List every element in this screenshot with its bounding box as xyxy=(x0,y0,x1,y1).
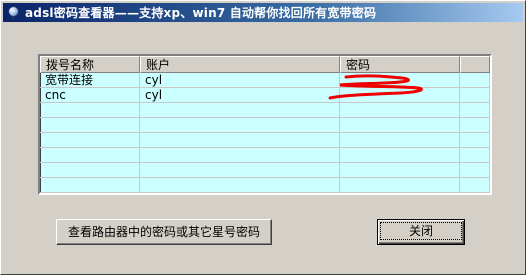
close-button-label: 关闭 xyxy=(380,222,462,240)
connection-list[interactable]: 拨号名称 账户 密码 宽带连接 cyl cnc cyl xyxy=(38,54,492,195)
reveal-router-password-button[interactable]: 查看路由器中的密码或其它星号密码 xyxy=(56,219,272,245)
window-title: adsl密码查看器——支持xp、win7 自动帮你找回所有宽带密码 xyxy=(25,6,377,20)
list-item[interactable]: cnc cyl xyxy=(40,88,490,103)
list-rows: 宽带连接 cyl cnc cyl xyxy=(40,73,490,193)
cell-account: cyl xyxy=(140,88,340,103)
empty-row xyxy=(40,178,490,193)
list-header: 拨号名称 账户 密码 xyxy=(40,56,490,73)
cell-dial-name: cnc xyxy=(40,88,140,103)
column-header-account[interactable]: 账户 xyxy=(140,56,340,73)
close-button[interactable]: 关闭 xyxy=(377,219,465,245)
main-window: adsl密码查看器——支持xp、win7 自动帮你找回所有宽带密码 拨号名称 账… xyxy=(0,0,526,275)
cell-account: cyl xyxy=(140,73,340,88)
cell-password xyxy=(340,73,460,88)
cell-password xyxy=(340,88,460,103)
column-header-dial-name[interactable]: 拨号名称 xyxy=(40,56,140,73)
column-header-password[interactable]: 密码 xyxy=(340,56,460,73)
title-bar[interactable]: adsl密码查看器——支持xp、win7 自动帮你找回所有宽带密码 xyxy=(3,3,523,22)
empty-row xyxy=(40,118,490,133)
cell-extra xyxy=(460,88,490,103)
cell-extra xyxy=(460,73,490,88)
empty-row xyxy=(40,148,490,163)
empty-row xyxy=(40,163,490,178)
column-header-extra[interactable] xyxy=(460,56,490,73)
empty-row xyxy=(40,103,490,118)
app-icon xyxy=(6,5,20,20)
empty-row xyxy=(40,133,490,148)
cell-dial-name: 宽带连接 xyxy=(40,73,140,88)
list-item[interactable]: 宽带连接 cyl xyxy=(40,73,490,88)
